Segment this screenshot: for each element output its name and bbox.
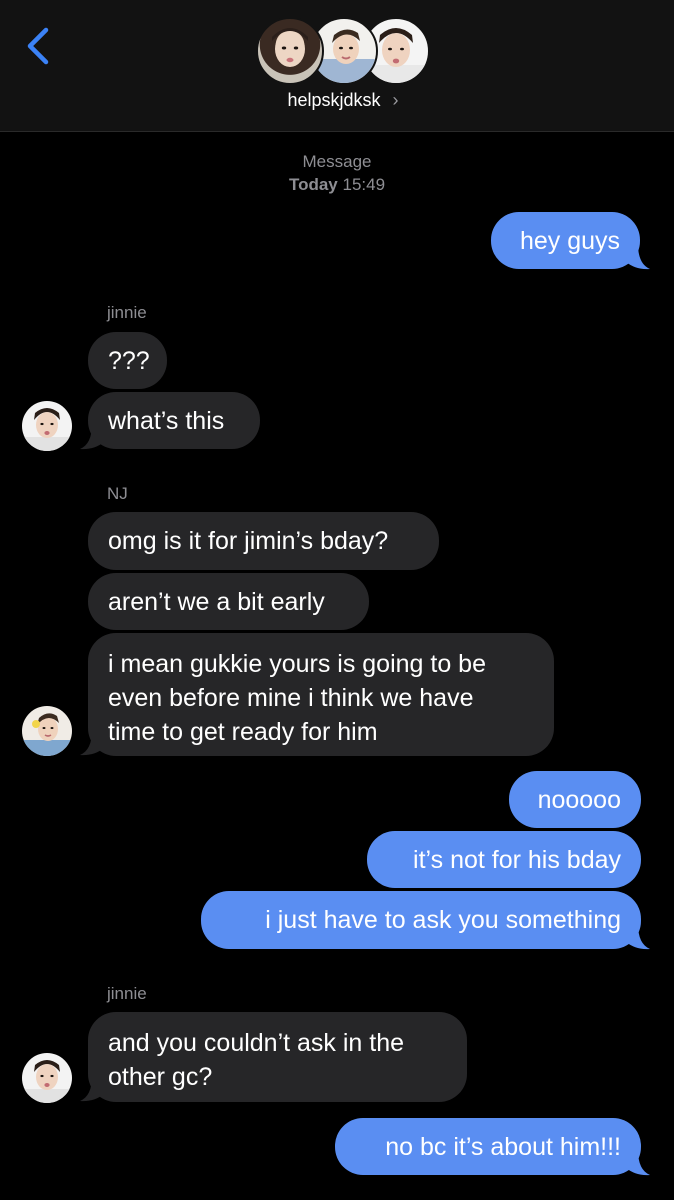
message-bubble-incoming[interactable]: aren’t we a bit early	[88, 573, 369, 630]
message-text: i just have to ask you something	[265, 906, 621, 934]
group-name-button[interactable]: helpskjdksk ›	[0, 90, 674, 111]
bubble-tail	[80, 1076, 104, 1102]
avatar-jinnie[interactable]	[22, 401, 72, 451]
group-avatars[interactable]	[256, 17, 430, 85]
message-line: other gc?	[108, 1063, 213, 1091]
conversation-timestamp: Message Today 15:49	[0, 150, 674, 196]
message-bubble-outgoing[interactable]: hey guys	[491, 212, 640, 269]
chevron-left-icon	[27, 27, 49, 65]
message-text: aren’t we a bit early	[108, 587, 325, 616]
avatar-nj[interactable]	[22, 706, 72, 756]
sender-name: jinnie	[107, 303, 147, 322]
message-bubble-incoming[interactable]: i mean gukkie yours is going to be even …	[88, 633, 554, 756]
chevron-right-icon: ›	[392, 90, 399, 110]
message-line: time to get ready for him	[108, 718, 378, 746]
message-bubble-incoming[interactable]: and you couldn’t ask in the other gc?	[88, 1012, 467, 1102]
message-line: even before mine i think we have	[108, 684, 474, 712]
avatar-jinnie[interactable]	[22, 1053, 72, 1103]
back-button[interactable]	[20, 22, 60, 70]
sender-name: jinnie	[107, 984, 147, 1003]
bubble-tail	[626, 1150, 650, 1176]
group-name: helpskjdksk	[287, 90, 381, 110]
message-bubble-incoming[interactable]: ???	[88, 332, 167, 389]
bubble-tail	[80, 730, 104, 756]
message-bubble-outgoing[interactable]: i just have to ask you something	[201, 891, 641, 949]
message-text: it’s not for his bday	[413, 845, 621, 874]
timestamp-day: Today	[288, 175, 338, 194]
bubble-tail	[626, 244, 650, 270]
message-text: ???	[108, 346, 150, 375]
chat-header: helpskjdksk ›	[0, 0, 674, 132]
sender-name: NJ	[107, 484, 128, 503]
message-text: hey guys	[519, 226, 620, 255]
message-text: what’s this	[108, 406, 225, 435]
bubble-tail	[626, 924, 650, 950]
message-bubble-outgoing[interactable]: no bc it’s about him!!!	[335, 1118, 641, 1175]
message-bubble-incoming[interactable]: omg is it for jimin’s bday?	[88, 512, 439, 570]
timestamp-time: 15:49	[342, 175, 386, 194]
message-line: and you couldn’t ask in the	[108, 1029, 405, 1057]
bubble-tail	[80, 424, 104, 450]
message-bubble-outgoing[interactable]: nooooo	[509, 771, 641, 828]
message-bubble-incoming[interactable]: what’s this	[88, 392, 260, 449]
message-text: omg is it for jimin’s bday?	[108, 527, 389, 555]
avatar-member-1	[256, 17, 324, 85]
service-label: Message	[302, 152, 372, 171]
message-bubble-outgoing[interactable]: it’s not for his bday	[367, 831, 641, 888]
message-text: no bc it’s about him!!!	[385, 1132, 621, 1161]
message-line: i mean gukkie yours is going to be	[108, 650, 486, 678]
message-text: nooooo	[537, 785, 621, 814]
